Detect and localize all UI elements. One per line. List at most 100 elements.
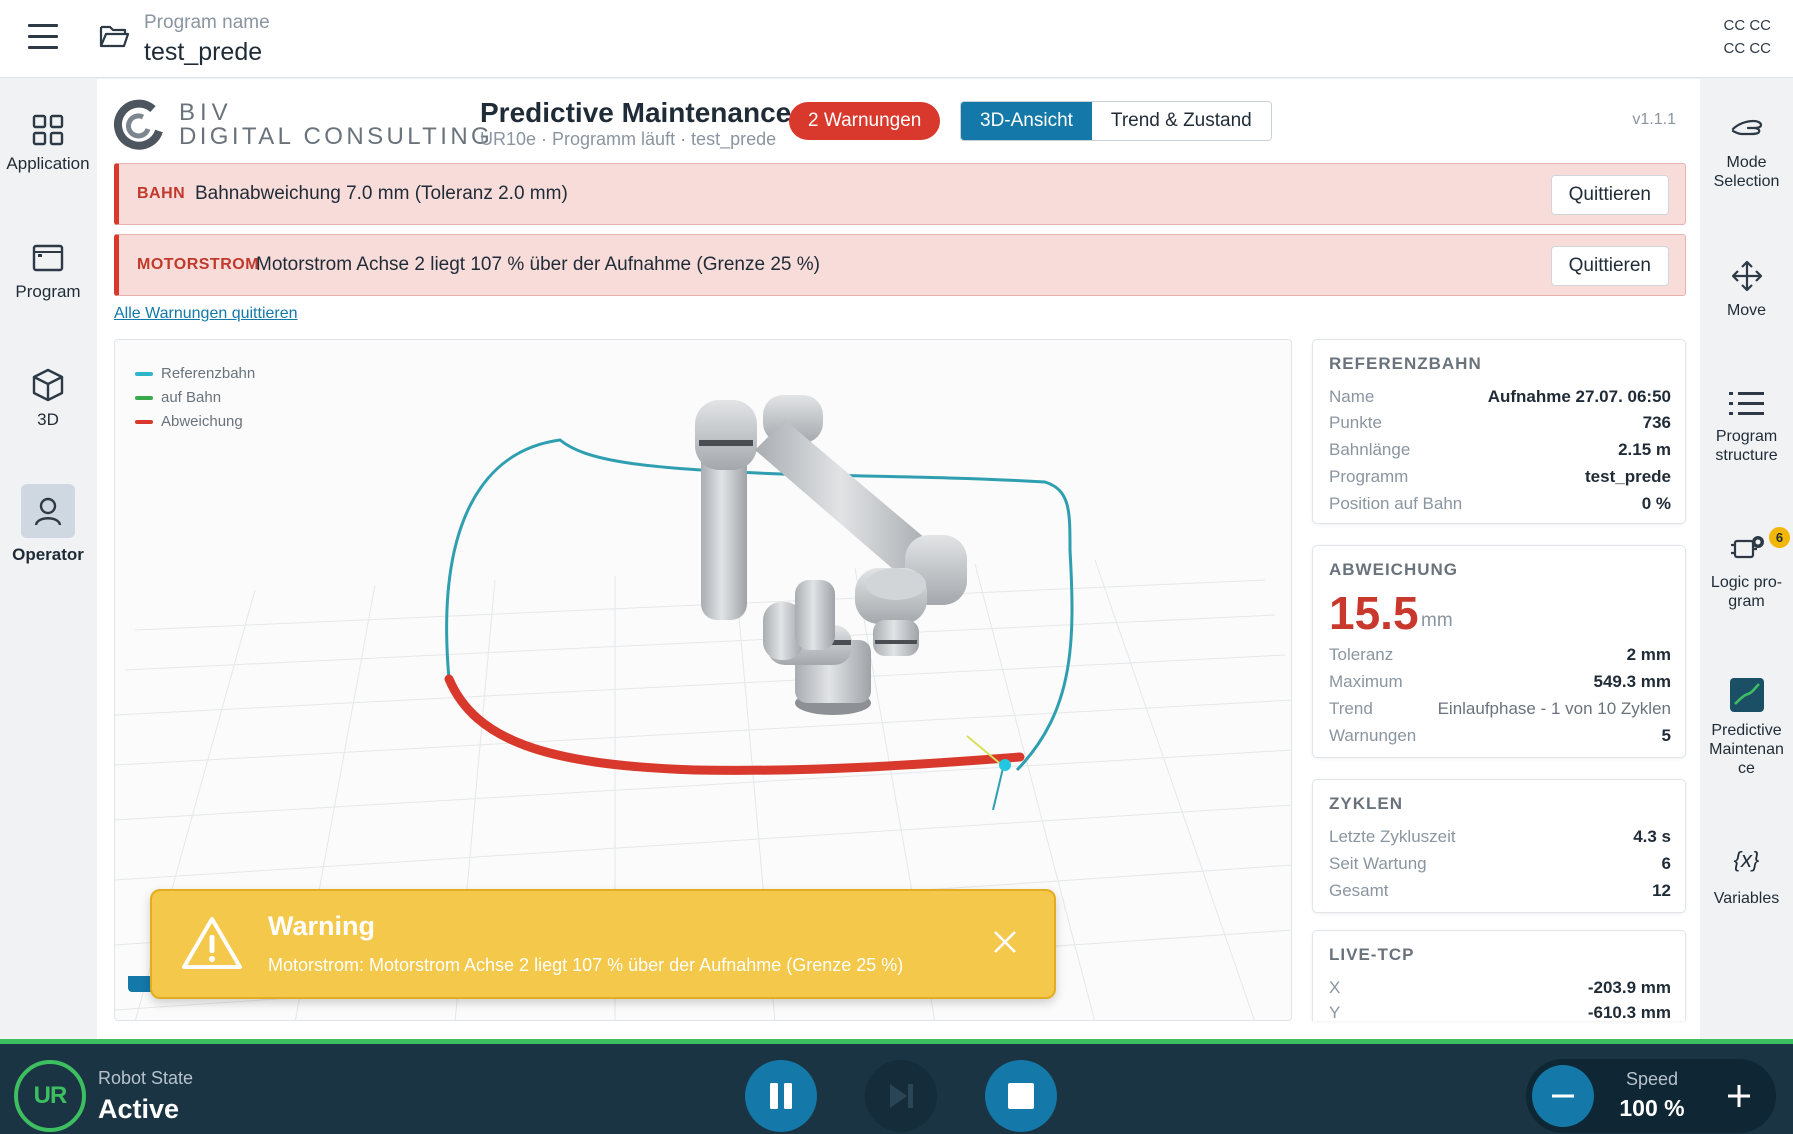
alert-message: Motorstrom Achse 2 liegt 107 % über der … [256,254,820,275]
nav-label: Program [15,282,81,301]
card-row: Warnungen 5 [1329,726,1671,745]
nav-application[interactable]: Application [0,113,96,174]
notification-badge: 6 [1769,527,1790,548]
rnav-label: Program structure [1715,428,1778,464]
menu-icon[interactable] [28,24,58,50]
plus-icon [1728,1085,1750,1107]
rnav-label: Variables [1713,890,1780,907]
stop-icon [1008,1083,1034,1109]
path-legend: Referenzbahn auf Bahn Abweichung [135,362,255,434]
acknowledge-button[interactable]: Quittieren [1550,246,1669,286]
view-tabs: 3D-Ansicht Trend & Zustand [960,101,1272,141]
rnav-variables[interactable]: {x} Variables [1700,845,1793,908]
card-row: X -203.9 mm [1329,978,1671,997]
acknowledge-all-link[interactable]: Alle Warnungen quittieren [114,305,298,323]
rnav-label: Mode Selection [1713,154,1780,190]
deviation-unit: mm [1421,610,1453,631]
rnav-predictive-maintenance[interactable]: Predictive Maintenan ce [1700,677,1793,778]
card-row: Maximum 549.3 mm [1329,672,1671,691]
nav-program[interactable]: Program [0,241,96,302]
program-name-label: Program name [144,12,270,33]
speed-label: Speed [1625,1069,1679,1089]
close-icon[interactable] [992,929,1018,955]
window-icon [32,244,64,272]
deviation-path-line [444,674,1025,775]
tcp-marker [999,759,1011,771]
program-name[interactable]: test_prede [144,38,262,67]
logic-icon [1730,536,1764,559]
card-row: Trend Einlaufphase - 1 von 10 Zyklen [1329,699,1671,718]
rnav-program-structure[interactable]: Program structure [1700,389,1793,465]
3d-viewer[interactable]: Referenzbahn auf Bahn Abweichung Warning… [114,339,1292,1021]
card-row: Punkte 736 [1329,413,1671,432]
rnav-label: Predictive Maintenan ce [1709,722,1784,777]
list-icon [1728,392,1764,415]
bottom-status-bar: UR Robot State Active Speed 100 % [0,1039,1793,1134]
minus-icon [1552,1094,1574,1098]
nav-label: Application [6,154,90,173]
user-icon [34,497,62,526]
card-title: REFERENZBAHN [1329,354,1482,373]
speed-decrease-button[interactable] [1532,1065,1594,1127]
legend-item: auf Bahn [135,386,255,410]
step-button[interactable] [865,1060,937,1132]
warning-triangle-icon [182,917,242,969]
legend-item: Abweichung [135,410,255,434]
stop-button[interactable] [985,1060,1057,1132]
legend-item: Referenzbahn [135,362,255,386]
legend-swatch [135,372,153,377]
toast-message: Motorstrom: Motorstrom Achse 2 liegt 107… [268,955,904,975]
hand-icon [1731,119,1762,136]
cc-indicator: CC CC CC CC [1723,17,1772,57]
legend-swatch [135,420,153,425]
robot-state-label: Robot State [98,1068,194,1088]
skip-next-icon [890,1084,913,1108]
predictive-maintenance-app: BIV DIGITAL CONSULTING Predictive Mainte… [97,79,1700,1039]
alert-motorstrom: MOTORSTROM Motorstrom Achse 2 liegt 107 … [114,234,1686,296]
biv-logo-icon [114,99,163,150]
tab-3d-view[interactable]: 3D-Ansicht [961,102,1092,140]
nav-label: 3D [37,410,59,429]
alert-tag: MOTORSTROM [137,256,260,273]
alert-message: Bahnabweichung 7.0 mm (Toleranz 2.0 mm) [195,183,568,204]
folder-open-icon[interactable] [98,22,130,50]
card-live-tcp: LIVE-TCP X -203.9 mm Y -610.3 mm [1312,930,1686,1021]
rnav-move[interactable]: Move [1700,259,1793,320]
cube-icon [32,368,64,402]
card-row: Programm test_prede [1329,467,1671,486]
left-navigation: Application Program 3D Operator [0,79,96,1039]
speed-value: 100 % [1619,1095,1685,1121]
chart-icon [1729,678,1764,712]
nav-operator[interactable]: Operator [0,484,96,565]
rnav-mode-selection[interactable]: Mode Selection [1700,115,1793,191]
right-navigation: Mode Selection Move Program structure 6 … [1700,79,1793,1039]
nav-label: Operator [12,545,84,564]
variables-icon: {x} [1733,847,1760,872]
rnav-label: Move [1726,302,1767,319]
card-row: Y -610.3 mm [1329,1003,1671,1021]
card-row: Gesamt 12 [1329,881,1671,900]
pause-button[interactable] [745,1060,817,1132]
rnav-label: Logic pro-gram [1710,574,1783,610]
warning-toast: Warning Motorstrom: Motorstrom Achse 2 l… [150,889,1056,999]
acknowledge-button[interactable]: Quittieren [1550,175,1669,215]
rnav-logic-program[interactable]: 6 Logic pro-gram [1700,527,1793,611]
warnings-count-button[interactable]: 2 Warnungen [789,102,941,140]
app-title: Predictive Maintenance [480,97,792,128]
nav-3d[interactable]: 3D [0,367,96,430]
speed-increase-button[interactable] [1708,1065,1770,1127]
top-bar: Program name test_prede CC CC CC CC [0,0,1793,78]
toast-title: Warning [268,911,375,941]
card-title: LIVE-TCP [1329,945,1415,964]
tab-trend-status[interactable]: Trend & Zustand [1091,102,1271,140]
card-row: Seit Wartung 6 [1329,854,1671,873]
app-subtitle: UR10e · Programm läuft · test_prede [480,129,777,149]
move-arrows-icon [1731,260,1762,292]
card-referenzbahn: REFERENZBAHN Name Aufnahme 27.07. 06:50 P… [1312,339,1686,524]
robot-state-value: Active [98,1094,180,1124]
card-zyklen: ZYKLEN Letzte Zykluszeit 4.3 s Seit Wartu… [1312,779,1686,913]
deviation-value: 15.5 [1329,587,1419,639]
legend-swatch [135,396,153,401]
version-label: v1.1.1 [1632,111,1676,128]
card-row: Bahnlänge 2.15 m [1329,440,1671,459]
